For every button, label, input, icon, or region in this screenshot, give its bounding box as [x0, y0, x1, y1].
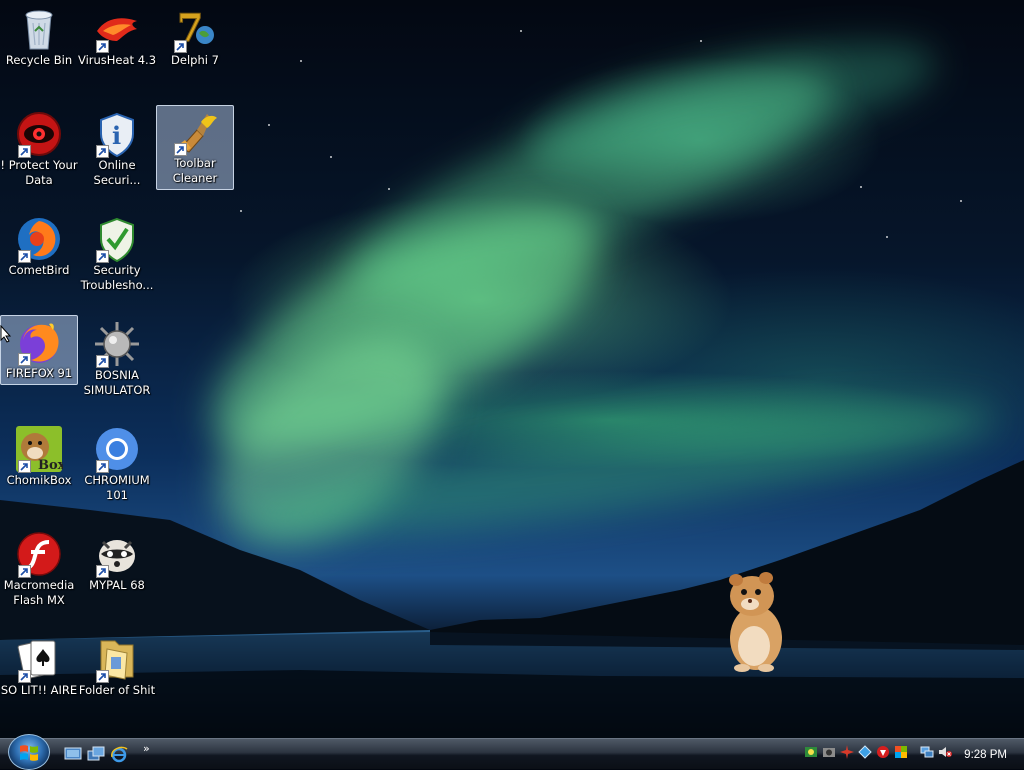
mouse-pointer-icon: [0, 325, 12, 343]
tray-camera-icon[interactable]: [822, 745, 836, 759]
star: [860, 186, 862, 188]
taskbar-clock[interactable]: 9:28 PM: [964, 749, 1007, 761]
hamster-desktop-pet[interactable]: [722, 570, 792, 672]
desktop-icon-label: ! Protect Your Data: [0, 158, 78, 187]
desktop-icon-label: Online Securi...: [93, 158, 141, 187]
desktop-icon-label: CometBird: [8, 263, 70, 277]
show-desktop-icon[interactable]: [64, 745, 82, 763]
desktop-icon-label: BOSNIA SIMULATOR: [83, 368, 151, 397]
desktop-icon-delphi[interactable]: 7 Delphi 7: [156, 2, 234, 84]
shortcut-arrow-icon: [18, 250, 31, 263]
shortcut-arrow-icon: [96, 460, 109, 473]
shortcut-arrow-icon: [18, 145, 31, 158]
desktop-icon-label: FIREFOX 91: [5, 366, 73, 380]
desktop-icon-protect-your-data[interactable]: ! Protect Your Data: [0, 107, 78, 189]
desktop-icon-chomikbox[interactable]: Box ChomikBox: [0, 422, 78, 504]
tray-app-icon[interactable]: [804, 745, 818, 759]
tray-network-icon[interactable]: [920, 745, 934, 759]
desktop-icon-label: Macromedia Flash MX: [3, 578, 75, 607]
quick-launch-more-button[interactable]: »: [143, 742, 150, 755]
desktop-icon-security-troubleshooter[interactable]: Security Troublesho...: [78, 212, 156, 294]
svg-text:Box: Box: [38, 458, 63, 473]
switch-windows-icon[interactable]: [87, 745, 105, 763]
star: [300, 60, 302, 62]
desktop-icon-online-security[interactable]: i Online Securi...: [78, 107, 156, 189]
system-tray: 9:28 PM: [800, 742, 1024, 766]
start-button[interactable]: [8, 734, 50, 770]
star: [700, 40, 702, 42]
desktop-icon-label: Folder of Shit: [78, 683, 156, 697]
recycle-bin-icon: [25, 10, 53, 50]
shortcut-arrow-icon: [96, 145, 109, 158]
desktop-icon-recycle-bin[interactable]: Recycle Bin: [0, 2, 78, 84]
desktop-icon-virusheat[interactable]: VirusHeat 4.3: [78, 2, 156, 84]
desktop-icon-label: Security Troublesho...: [80, 263, 154, 292]
desktop-icon-label: ChomikBox: [6, 473, 72, 487]
desktop-icon-label: VirusHeat 4.3: [77, 53, 157, 67]
shortcut-arrow-icon: [96, 670, 109, 683]
shortcut-arrow-icon: [18, 460, 31, 473]
star: [330, 156, 332, 158]
desktop-icon-cometbird[interactable]: CometBird: [0, 212, 78, 294]
shortcut-arrow-icon: [18, 565, 31, 578]
shortcut-arrow-icon: [96, 40, 109, 53]
desktop-icon-label: Recycle Bin: [5, 53, 73, 67]
star: [520, 30, 522, 32]
desktop-wallpaper[interactable]: Recycle Bin VirusHeat 4.3 7 Delphi 7 ! P…: [0, 0, 1024, 738]
shortcut-arrow-icon: [18, 353, 31, 366]
desktop-icon-toolbar-cleaner[interactable]: Toolbar Cleaner: [156, 105, 234, 190]
internet-explorer-icon[interactable]: [110, 745, 128, 763]
desktop-icon-label: Toolbar Cleaner: [172, 156, 218, 185]
desktop-icon-label: MYPAL 68: [89, 578, 145, 592]
tray-shield-icon[interactable]: [894, 745, 908, 759]
shortcut-arrow-icon: [96, 355, 109, 368]
taskbar[interactable]: » 9:28 PM: [0, 734, 1024, 770]
shortcut-arrow-icon: [174, 143, 187, 156]
shortcut-arrow-icon: [96, 250, 109, 263]
star: [886, 236, 888, 238]
star: [960, 200, 962, 202]
desktop-icon-macromedia-flash[interactable]: Macromedia Flash MX: [0, 527, 78, 609]
shortcut-arrow-icon: [174, 40, 187, 53]
shortcut-arrow-icon: [18, 670, 31, 683]
start-orb-icon: [20, 745, 38, 761]
star: [388, 188, 390, 190]
desktop-icon-chromium[interactable]: CHROMIUM 101: [78, 422, 156, 504]
desktop-icon-solitaire[interactable]: SO LIT!! AIRE: [0, 632, 78, 714]
desktop-icon-bosnia-simulator[interactable]: BOSNIA SIMULATOR: [78, 317, 156, 399]
desktop-icon-label: CHROMIUM 101: [84, 473, 150, 502]
svg-text:i: i: [112, 121, 121, 150]
star: [268, 124, 270, 126]
tray-network-diamond-icon[interactable]: [858, 745, 872, 759]
tray-spark-icon[interactable]: [840, 745, 854, 759]
star: [240, 210, 242, 212]
desktop-icon-mypal[interactable]: MYPAL 68: [78, 527, 156, 609]
tray-volume-muted-icon[interactable]: [938, 745, 952, 759]
desktop-icon-folder[interactable]: Folder of Shit: [78, 632, 156, 714]
shortcut-arrow-icon: [96, 565, 109, 578]
desktop-icon-label: Delphi 7: [171, 53, 219, 67]
tray-red-app-icon[interactable]: [876, 745, 890, 759]
desktop-icon-label: SO LIT!! AIRE: [0, 683, 78, 697]
